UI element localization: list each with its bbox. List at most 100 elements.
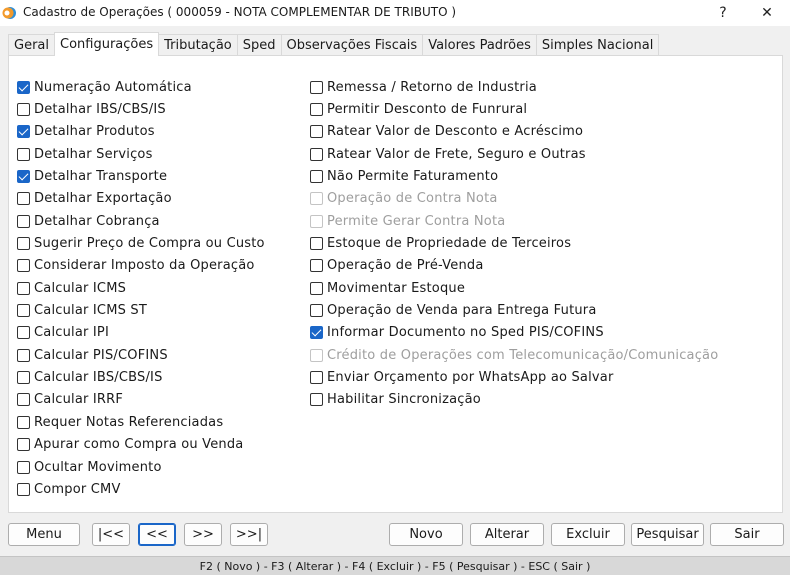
checkbox-row-calcular-ibs-cbs-is[interactable]: Calcular IBS/CBS/IS	[17, 366, 265, 388]
checkbox-label: Requer Notas Referenciadas	[34, 414, 224, 430]
checkbox-row-informar-documento-no-sped-pis-cofins[interactable]: Informar Documento no Sped PIS/COFINS	[310, 322, 718, 344]
checkbox-detalhar-produtos[interactable]	[17, 125, 30, 139]
checkbox-informar-documento-no-sped-pis-cofins[interactable]	[310, 326, 323, 340]
checkbox-calcular-pis-cofins[interactable]	[17, 348, 30, 362]
excluir-button[interactable]: Excluir	[551, 523, 625, 546]
tab-tributacao[interactable]: Tributação	[158, 34, 238, 56]
checkbox-permitir-desconto-de-funrural[interactable]	[310, 103, 323, 117]
checkbox-row-operacao-de-pre-venda[interactable]: Operação de Pré-Venda	[310, 255, 718, 277]
checkbox-operacao-de-venda-para-entrega-futura[interactable]	[310, 304, 323, 318]
checkbox-detalhar-exportacao[interactable]	[17, 192, 30, 206]
checkbox-detalhar-servicos[interactable]	[17, 147, 30, 161]
checkbox-row-numeracao-automatica[interactable]: Numeração Automática	[17, 76, 265, 98]
window-title: Cadastro de Operações ( 000059 - NOTA CO…	[23, 5, 457, 19]
checkbox-calcular-icms-st[interactable]	[17, 304, 30, 318]
checkbox-estoque-de-propriedade-de-terceiros[interactable]	[310, 237, 323, 251]
checkbox-calcular-icms[interactable]	[17, 281, 30, 295]
checkbox-row-calcular-pis-cofins[interactable]: Calcular PIS/COFINS	[17, 344, 265, 366]
checkbox-row-detalhar-servicos[interactable]: Detalhar Serviços	[17, 143, 265, 165]
checkbox-row-operacao-de-venda-para-entrega-futura[interactable]: Operação de Venda para Entrega Futura	[310, 299, 718, 321]
checkbox-label: Detalhar Transporte	[34, 169, 168, 185]
tab-configuracoes[interactable]: Configurações	[54, 32, 160, 56]
checkbox-row-requer-notas-referenciadas[interactable]: Requer Notas Referenciadas	[17, 411, 265, 433]
checkbox-row-habilitar-sincronizacao[interactable]: Habilitar Sincronização	[310, 389, 718, 411]
shortcuts-status-bar: F2 ( Novo ) - F3 ( Alterar ) - F4 ( Excl…	[0, 556, 790, 575]
sair-button[interactable]: Sair	[710, 523, 784, 546]
tab-geral[interactable]: Geral	[8, 34, 55, 56]
checkbox-row-detalhar-ibs-cbs-is[interactable]: Detalhar IBS/CBS/IS	[17, 98, 265, 120]
checkbox-row-enviar-orcamento-por-whatsapp-ao-salvar[interactable]: Enviar Orçamento por WhatsApp ao Salvar	[310, 366, 718, 388]
checkbox-nao-permite-faturamento[interactable]	[310, 170, 323, 184]
tab-sped[interactable]: Sped	[236, 34, 282, 56]
checkbox-label: Remessa / Retorno de Industria	[327, 79, 537, 95]
novo-button[interactable]: Novo	[389, 523, 463, 546]
checkbox-movimentar-estoque[interactable]	[310, 281, 323, 295]
tab-valores-padroes[interactable]: Valores Padrões	[422, 34, 537, 56]
checkbox-row-detalhar-transporte[interactable]: Detalhar Transporte	[17, 165, 265, 187]
checkbox-row-detalhar-cobranca[interactable]: Detalhar Cobrança	[17, 210, 265, 232]
checkbox-row-apurar-como-compra-ou-venda[interactable]: Apurar como Compra ou Venda	[17, 434, 265, 456]
checkbox-remessa-retorno-de-industria[interactable]	[310, 80, 323, 94]
first-record-button[interactable]: |<<	[92, 523, 130, 546]
pesquisar-button[interactable]: Pesquisar	[631, 523, 704, 546]
checkbox-detalhar-ibs-cbs-is[interactable]	[17, 103, 30, 117]
checkbox-row-nao-permite-faturamento[interactable]: Não Permite Faturamento	[310, 165, 718, 187]
title-bar[interactable]: Cadastro de Operações ( 000059 - NOTA CO…	[0, 0, 790, 26]
checkbox-considerar-imposto-da-operacao[interactable]	[17, 259, 30, 273]
checkbox-row-calcular-icms-st[interactable]: Calcular ICMS ST	[17, 299, 265, 321]
checkbox-row-detalhar-exportacao[interactable]: Detalhar Exportação	[17, 188, 265, 210]
tab-observacoes-fiscais[interactable]: Observações Fiscais	[280, 34, 424, 56]
checkbox-row-ratear-valor-de-desconto-e-acrescimo[interactable]: Ratear Valor de Desconto e Acréscimo	[310, 121, 718, 143]
checkbox-label: Permitir Desconto de Funrural	[327, 102, 528, 118]
checkbox-row-calcular-icms[interactable]: Calcular ICMS	[17, 277, 265, 299]
checkbox-label: Informar Documento no Sped PIS/COFINS	[327, 325, 604, 341]
previous-record-button[interactable]: <<	[138, 523, 176, 546]
checkbox-row-permite-gerar-contra-nota: Permite Gerar Contra Nota	[310, 210, 718, 232]
checkbox-row-permitir-desconto-de-funrural[interactable]: Permitir Desconto de Funrural	[310, 98, 718, 120]
checkbox-calcular-ipi[interactable]	[17, 326, 30, 340]
next-record-button[interactable]: >>	[184, 523, 222, 546]
checkbox-ocultar-movimento[interactable]	[17, 460, 30, 474]
checkbox-label: Calcular IRRF	[34, 392, 124, 408]
tab-simples-nacional[interactable]: Simples Nacional	[535, 34, 660, 56]
checkbox-numeracao-automatica[interactable]	[17, 80, 30, 94]
checkbox-label: Apurar como Compra ou Venda	[34, 437, 244, 453]
checkbox-detalhar-transporte[interactable]	[17, 170, 30, 184]
checkbox-ratear-valor-de-frete-seguro-e-outras[interactable]	[310, 147, 323, 161]
help-button[interactable]: ?	[700, 0, 746, 26]
checkbox-label: Detalhar Produtos	[34, 124, 155, 140]
checkbox-row-detalhar-produtos[interactable]: Detalhar Produtos	[17, 121, 265, 143]
close-icon[interactable]: ✕	[744, 0, 790, 26]
checkbox-ratear-valor-de-desconto-e-acrescimo[interactable]	[310, 125, 323, 139]
checkbox-label: Calcular ICMS	[34, 280, 127, 296]
checkbox-label: Permite Gerar Contra Nota	[327, 213, 506, 229]
checkbox-label: Compor CMV	[34, 481, 121, 497]
checkbox-detalhar-cobranca[interactable]	[17, 214, 30, 228]
checkbox-requer-notas-referenciadas[interactable]	[17, 415, 30, 429]
checkbox-row-sugerir-preco-de-compra-ou-custo[interactable]: Sugerir Preço de Compra ou Custo	[17, 232, 265, 254]
checkbox-row-calcular-irrf[interactable]: Calcular IRRF	[17, 389, 265, 411]
checkbox-enviar-orcamento-por-whatsapp-ao-salvar[interactable]	[310, 371, 323, 385]
checkbox-row-compor-cmv[interactable]: Compor CMV	[17, 478, 265, 500]
checkbox-habilitar-sincronizacao[interactable]	[310, 393, 323, 407]
menu-button[interactable]: Menu	[8, 523, 80, 546]
tab-strip: Geral Configurações Tributação Sped Obse…	[8, 32, 660, 56]
checkbox-row-estoque-de-propriedade-de-terceiros[interactable]: Estoque de Propriedade de Terceiros	[310, 232, 718, 254]
checkbox-compor-cmv[interactable]	[17, 482, 30, 496]
checkbox-row-ocultar-movimento[interactable]: Ocultar Movimento	[17, 456, 265, 478]
checkbox-operacao-de-pre-venda[interactable]	[310, 259, 323, 273]
checkbox-sugerir-preco-de-compra-ou-custo[interactable]	[17, 237, 30, 251]
checkbox-calcular-irrf[interactable]	[17, 393, 30, 407]
checkbox-row-calcular-ipi[interactable]: Calcular IPI	[17, 322, 265, 344]
app-logo-icon	[1, 5, 17, 21]
checkbox-row-considerar-imposto-da-operacao[interactable]: Considerar Imposto da Operação	[17, 255, 265, 277]
checkbox-label: Crédito de Operações com Telecomunicação…	[327, 347, 719, 363]
checkbox-apurar-como-compra-ou-venda[interactable]	[17, 438, 30, 452]
checkbox-row-ratear-valor-de-frete-seguro-e-outras[interactable]: Ratear Valor de Frete, Seguro e Outras	[310, 143, 718, 165]
checkbox-row-remessa-retorno-de-industria[interactable]: Remessa / Retorno de Industria	[310, 76, 718, 98]
last-record-button[interactable]: >>|	[230, 523, 268, 546]
checkbox-row-movimentar-estoque[interactable]: Movimentar Estoque	[310, 277, 718, 299]
checkbox-calcular-ibs-cbs-is[interactable]	[17, 371, 30, 385]
alterar-button[interactable]: Alterar	[470, 523, 544, 546]
checkbox-label: Movimentar Estoque	[327, 280, 466, 296]
